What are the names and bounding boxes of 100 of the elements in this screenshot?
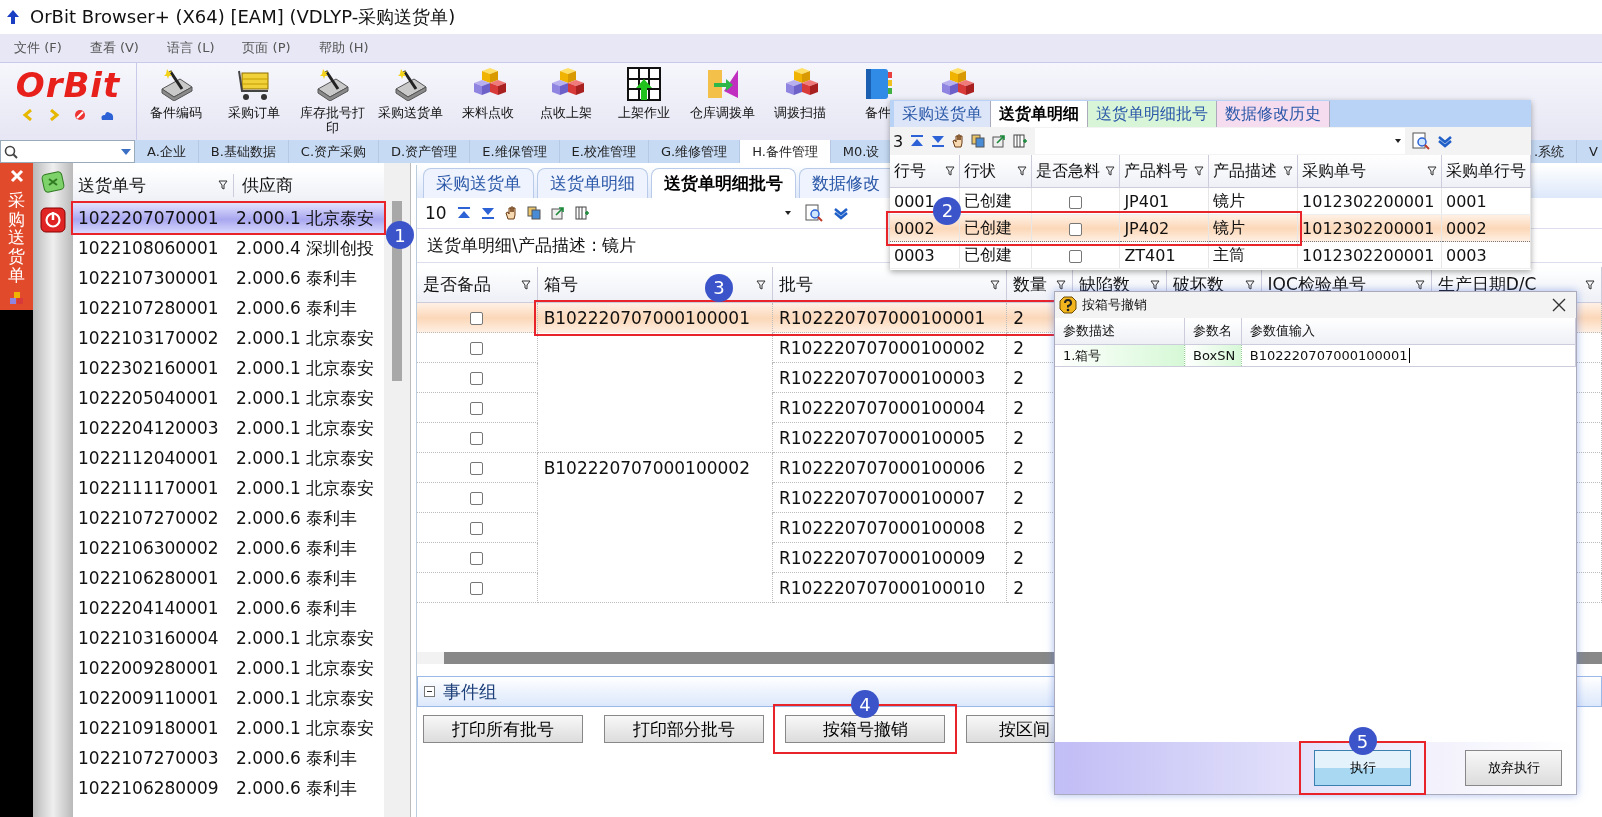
window-title: OrBit Browser+ (X64) [EAM] (VDLYP-采购送货单) <box>30 5 456 29</box>
tab[interactable]: 采购送货单 <box>423 168 534 198</box>
column-header: 是否备品 <box>423 273 491 296</box>
module-tab[interactable]: A.企业 <box>135 140 199 163</box>
table-cell-text: 2.000.6 泰利丰 <box>235 776 358 800</box>
table-cell-text: 2.000.6 泰利丰 <box>235 596 358 620</box>
menu-item[interactable]: 文件 (F) <box>0 39 76 57</box>
table-cell-text: 1022111170001 <box>77 478 220 498</box>
column-header: 参数描述 <box>1055 318 1185 345</box>
table-cell: 镜片 <box>1208 214 1298 242</box>
column-header: 产品描述 <box>1213 160 1278 182</box>
list-row[interactable]: 1022205040001 2.000.1 北京泰安 <box>73 383 384 413</box>
list-row[interactable]: 1022207070001 2.000.1 北京泰安 <box>73 203 384 233</box>
table-cell: 1012302200001 <box>1297 241 1442 269</box>
toolbar-button[interactable]: 采购订单 <box>218 105 290 120</box>
module-tab[interactable]: B.基础数据 <box>198 140 289 163</box>
module-tab[interactable]: H.备件管理 <box>740 140 831 163</box>
dialog-button[interactable]: 执行 <box>1314 750 1411 786</box>
list-row[interactable]: 1022204120003 2.000.1 北京泰安 <box>73 413 384 443</box>
list-row[interactable]: 1022112040001 2.000.1 北京泰安 <box>73 443 384 473</box>
table-cell: B102220707000100001 <box>537 302 773 333</box>
table-cell-text: 2.000.6 泰利丰 <box>235 746 358 770</box>
toolbar-button[interactable]: 调拨扫描 <box>764 105 836 120</box>
menu-item[interactable]: 帮助 (H) <box>304 39 383 57</box>
list-row[interactable]: 1022106300002 2.000.6 泰利丰 <box>73 533 384 563</box>
toolbar-button[interactable]: 库存批号打印 <box>296 105 368 135</box>
table-cell-text: 2.000.4 深圳创投 <box>235 236 375 260</box>
table-cell: B102220707000100002 <box>537 452 773 483</box>
table-cell: 已创建 <box>959 241 1032 269</box>
tab[interactable]: 采购送货单 <box>894 101 991 127</box>
toolbar-button[interactable]: 来料点收 <box>452 105 524 120</box>
list-row[interactable]: 1022107300001 2.000.6 泰利丰 <box>73 263 384 293</box>
list-row[interactable]: 1022107270003 2.000.6 泰利丰 <box>73 743 384 773</box>
menu-item[interactable]: 页面 (P) <box>228 39 305 57</box>
table-cell: ZT401 <box>1119 241 1209 269</box>
column-header: 参数值输入 <box>1241 318 1576 345</box>
table-cell: R102220707000100010 <box>772 572 1007 603</box>
table-cell: JP401 <box>1119 187 1209 215</box>
list-row[interactable]: 1022106280009 2.000.6 泰利丰 <box>73 773 384 803</box>
list-row[interactable]: 1022302160001 2.000.1 北京泰安 <box>73 353 384 383</box>
table-cell-text: 1022107300001 <box>77 268 220 288</box>
module-tab[interactable]: E.校准管理 <box>559 140 649 163</box>
menu-item[interactable]: 查看 (V) <box>75 39 153 57</box>
action-button[interactable]: 打印所有批号 <box>423 715 583 743</box>
table-cell-text: 1022107270002 <box>77 508 220 528</box>
toolbar-button[interactable]: 备件编码 <box>140 105 212 120</box>
table-cell-text: 1022103160004 <box>77 628 220 648</box>
toolbar-button[interactable]: 点收上架 <box>530 105 602 120</box>
column-header: 是否急料 <box>1035 160 1100 182</box>
table-cell-text: 1022106280009 <box>77 778 220 798</box>
table-cell: 镜片 <box>1208 187 1298 215</box>
table-cell-text: 1022108060001 <box>77 238 220 258</box>
table-cell: R102220707000100007 <box>772 482 1007 513</box>
table-cell: 0001 <box>1441 187 1531 215</box>
table-cell-text: 2.000.1 北京泰安 <box>235 416 375 440</box>
tab[interactable]: 送货单明细 <box>991 101 1088 127</box>
record-count: 10 <box>425 203 447 223</box>
action-button[interactable]: 按箱号撤销 <box>785 715 945 743</box>
column-header: 箱号 <box>543 273 578 296</box>
list-row[interactable]: 1022111170001 2.000.1 北京泰安 <box>73 473 384 503</box>
toolbar-button[interactable]: 仓库调拨单 <box>686 105 758 120</box>
list-row[interactable]: 1022103160004 2.000.1 北京泰安 <box>73 623 384 653</box>
list-row[interactable]: 1022106280001 2.000.6 泰利丰 <box>73 563 384 593</box>
grid-row[interactable]: 0003 已创建 ZT401 主筒 1012302200001 0003 <box>890 241 1531 269</box>
tab[interactable]: 送货单明细 <box>537 168 648 198</box>
action-button[interactable]: 打印部分批号 <box>604 715 764 743</box>
column-header: 生产日期D/C <box>1437 273 1537 296</box>
list-row[interactable]: 1022204140001 2.000.6 泰利丰 <box>73 593 384 623</box>
table-cell-text: 1022009280001 <box>77 658 220 678</box>
dialog-button[interactable]: 放弃执行 <box>1465 750 1562 786</box>
list-row[interactable]: 1022107280001 2.000.6 泰利丰 <box>73 293 384 323</box>
table-cell-text: 2.000.1 北京泰安 <box>235 326 375 350</box>
input-field[interactable]: B102220707000100001 <box>1249 348 1567 363</box>
table-cell: 1012302200001 <box>1297 187 1442 215</box>
toolbar-button[interactable]: 上架作业 <box>608 105 680 120</box>
list-row[interactable]: 1022107270002 2.000.6 泰利丰 <box>73 503 384 533</box>
tab[interactable]: 数据修改历史 <box>1217 101 1330 127</box>
list-row[interactable]: 1022108060001 2.000.4 深圳创投 <box>73 233 384 263</box>
tab[interactable]: 送货单明细批号 <box>1088 101 1217 127</box>
side-tab[interactable]: 采购送货单 <box>0 163 33 311</box>
table-cell: 0003 <box>1441 241 1531 269</box>
tab[interactable]: 送货单明细批号 <box>651 168 796 198</box>
column-header: 参数名 <box>1184 318 1242 345</box>
list-row[interactable]: 1022009110001 2.000.1 北京泰安 <box>73 683 384 713</box>
module-tab[interactable]: E.维保管理 <box>470 140 560 163</box>
module-tab[interactable]: C.资产采购 <box>288 140 380 163</box>
table-cell-text: 2.000.1 北京泰安 <box>235 626 375 650</box>
list-row[interactable]: 1022009280001 2.000.1 北京泰安 <box>73 653 384 683</box>
list-row[interactable]: 1022103170002 2.000.1 北京泰安 <box>73 323 384 353</box>
table-cell: JP402 <box>1119 214 1209 242</box>
record-count: 3 <box>893 131 904 151</box>
table-cell: 1012302200001 <box>1297 214 1442 242</box>
table-cell-text: 1022109180001 <box>77 718 220 738</box>
logo: OrBit <box>15 67 121 103</box>
module-tab[interactable]: V <box>1577 140 1602 163</box>
list-row[interactable]: 1022109180001 2.000.1 北京泰安 <box>73 713 384 743</box>
toolbar-button[interactable]: 采购送货单 <box>374 105 446 120</box>
column-header: IQC检验单号 <box>1267 273 1366 296</box>
group-title: 事件组 <box>443 679 497 704</box>
menu-item[interactable]: 语言 (L) <box>152 39 229 57</box>
